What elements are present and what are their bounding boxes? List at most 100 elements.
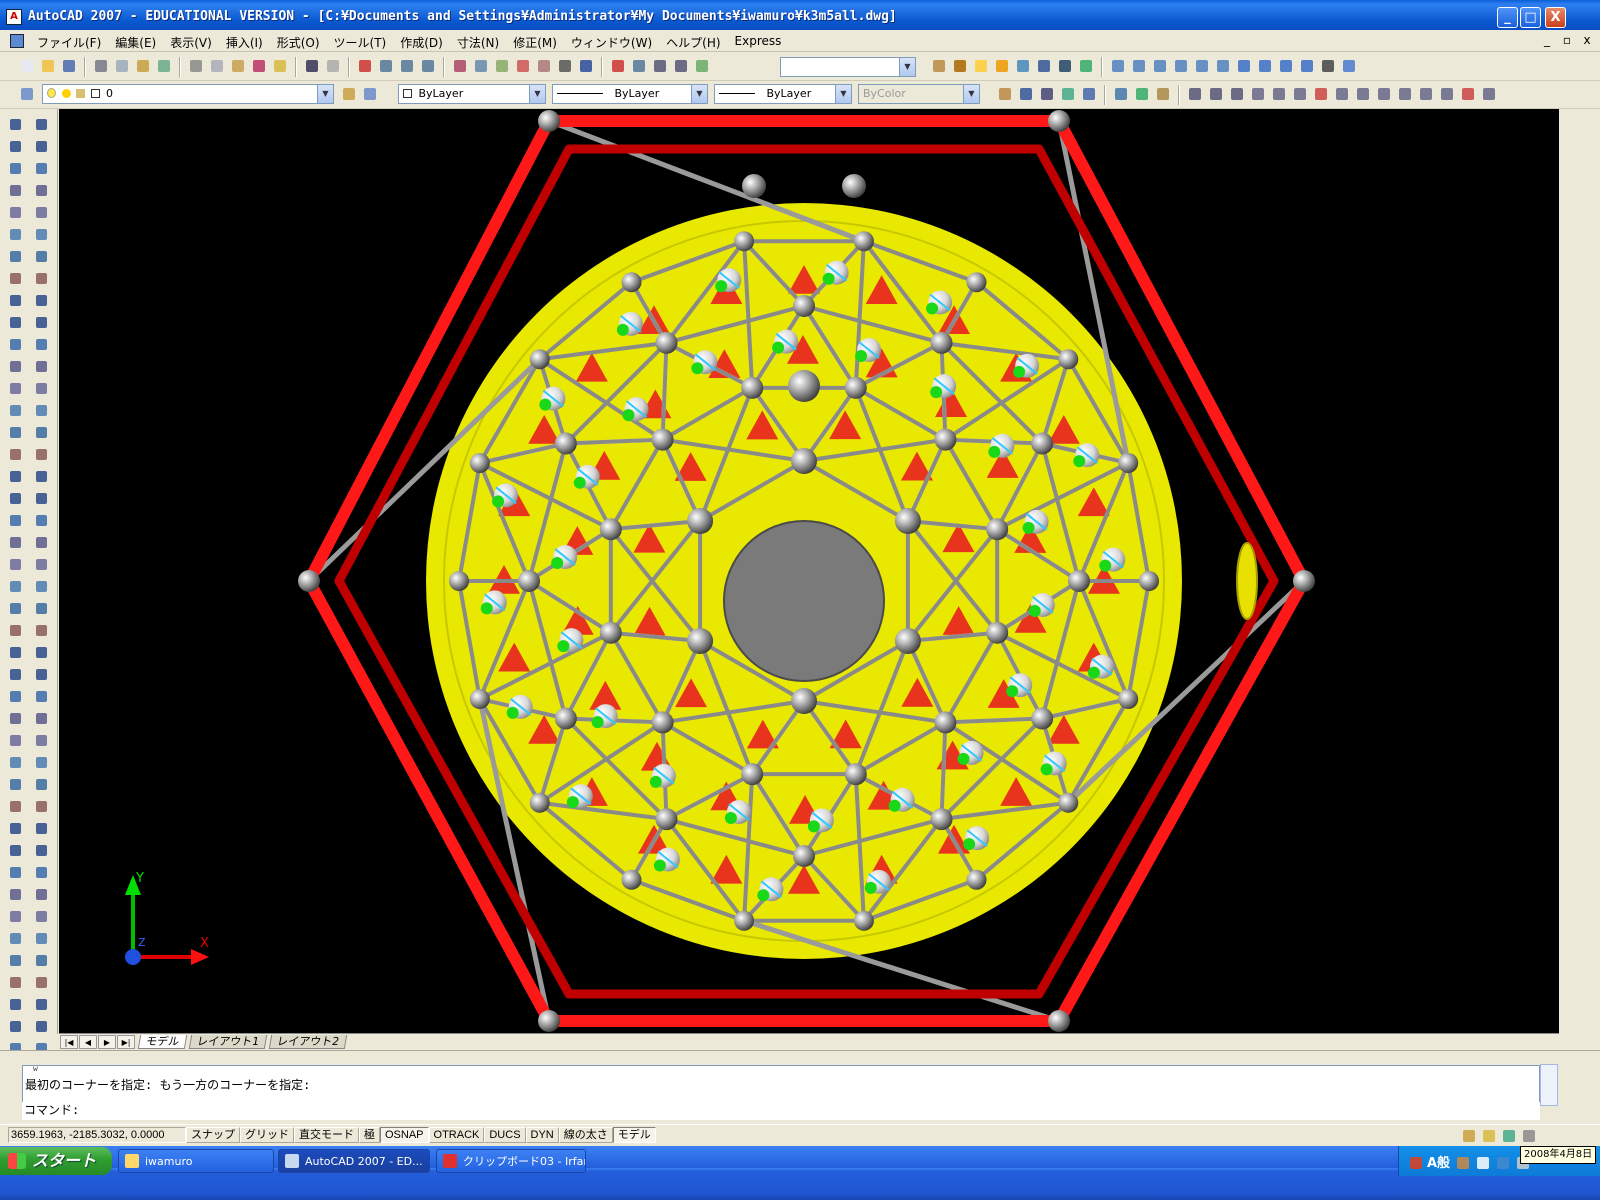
- polygon-icon[interactable]: [6, 181, 26, 200]
- sun-properties-icon[interactable]: [1077, 57, 1095, 75]
- ime-indicator[interactable]: A般: [1427, 1152, 1450, 1171]
- region-mass-icon[interactable]: [32, 511, 52, 530]
- view-manager-icon[interactable]: [693, 57, 711, 75]
- quick-dim-icon[interactable]: [32, 753, 52, 772]
- dim-linear-icon[interactable]: [996, 85, 1014, 103]
- erase-icon[interactable]: [32, 115, 52, 134]
- menu-item-5[interactable]: ツール(T): [327, 33, 394, 52]
- spline-icon[interactable]: [6, 291, 26, 310]
- helix-icon[interactable]: [6, 1017, 26, 1036]
- stretch-icon[interactable]: [6, 687, 26, 706]
- render-icon[interactable]: [951, 57, 969, 75]
- prev-tab-button[interactable]: ◀: [79, 1034, 97, 1049]
- rotate-icon[interactable]: [6, 643, 26, 662]
- dim-update-icon[interactable]: [32, 929, 52, 948]
- rotate-icon[interactable]: [32, 225, 52, 244]
- render-environment-icon[interactable]: [1035, 57, 1053, 75]
- ellipse-icon[interactable]: [6, 313, 26, 332]
- dim-radius-icon[interactable]: [32, 665, 52, 684]
- pan-icon[interactable]: [356, 57, 374, 75]
- qleader-icon[interactable]: [32, 819, 52, 838]
- clean-icon[interactable]: [1438, 85, 1456, 103]
- menu-item-1[interactable]: 編集(E): [108, 33, 163, 52]
- status-toggle-8[interactable]: 線の太さ: [558, 1127, 613, 1143]
- tab-layout2[interactable]: レイアウト2: [268, 1034, 348, 1049]
- top-view-icon[interactable]: [1109, 57, 1127, 75]
- drawing-area[interactable]: Y X Z: [59, 109, 1559, 1033]
- menu-item-7[interactable]: 寸法(N): [450, 33, 506, 52]
- sheet-set-icon[interactable]: [514, 57, 532, 75]
- doc-minimize-button[interactable]: _: [1540, 33, 1554, 47]
- undo-icon[interactable]: [303, 57, 321, 75]
- dim-radius-icon[interactable]: [1080, 85, 1098, 103]
- intersect-icon[interactable]: [1228, 85, 1246, 103]
- dim-arc-icon[interactable]: [32, 621, 52, 640]
- ellipse-arc-icon[interactable]: [6, 335, 26, 354]
- first-tab-button[interactable]: |◀: [60, 1034, 78, 1049]
- design-center-icon[interactable]: [472, 57, 490, 75]
- open-file-icon[interactable]: [39, 57, 57, 75]
- se-iso-icon[interactable]: [1256, 57, 1274, 75]
- insert-block-icon[interactable]: [6, 357, 26, 376]
- copy-faces-icon[interactable]: [1375, 85, 1393, 103]
- dim-style-icon[interactable]: [32, 951, 52, 970]
- left-view-icon[interactable]: [1151, 57, 1169, 75]
- revision-cloud-icon[interactable]: [6, 269, 26, 288]
- copy-icon[interactable]: [208, 57, 226, 75]
- status-toggle-2[interactable]: 直交モード: [294, 1127, 359, 1143]
- shell-icon[interactable]: [1480, 85, 1498, 103]
- close-button[interactable]: X: [1545, 7, 1566, 28]
- task-item-iwamuro[interactable]: iwamuro: [118, 1149, 274, 1173]
- menu-item-11[interactable]: Express: [728, 33, 789, 52]
- last-tab-button[interactable]: ▶|: [117, 1034, 135, 1049]
- ucs-previous-icon[interactable]: [1154, 85, 1172, 103]
- move-faces-icon[interactable]: [1270, 85, 1288, 103]
- bottom-view-icon[interactable]: [1130, 57, 1148, 75]
- tab-model[interactable]: モデル: [137, 1034, 188, 1049]
- 3d-move-icon[interactable]: [32, 995, 52, 1014]
- status-toggle-7[interactable]: DYN: [525, 1127, 559, 1143]
- imprint-icon[interactable]: [1417, 85, 1435, 103]
- dim-edit-icon[interactable]: [32, 885, 52, 904]
- fillet-icon[interactable]: [6, 819, 26, 838]
- paste-icon[interactable]: [229, 57, 247, 75]
- block-editor-icon[interactable]: [271, 57, 289, 75]
- dim-arc-icon[interactable]: [1038, 85, 1056, 103]
- move-icon[interactable]: [6, 621, 26, 640]
- rectangle-icon[interactable]: [6, 203, 26, 222]
- tolerance-icon[interactable]: [32, 841, 52, 860]
- publish-icon[interactable]: [134, 57, 152, 75]
- camera-zoom-icon[interactable]: [630, 57, 648, 75]
- materials-icon[interactable]: [993, 57, 1011, 75]
- next-tab-button[interactable]: ▶: [98, 1034, 116, 1049]
- new-file-icon[interactable]: [18, 57, 36, 75]
- move-icon[interactable]: [32, 203, 52, 222]
- coordinates-display[interactable]: 3659.1963, -2185.3032, 0.0000: [8, 1127, 186, 1143]
- network-icon[interactable]: [1494, 1154, 1510, 1170]
- front-view-icon[interactable]: [1193, 57, 1211, 75]
- rotate-faces-icon[interactable]: [1333, 85, 1351, 103]
- autocad-app-icon[interactable]: A: [6, 9, 22, 25]
- zoom-previous-icon[interactable]: [419, 57, 437, 75]
- menu-item-8[interactable]: 修正(M): [506, 33, 564, 52]
- trim-icon[interactable]: [6, 709, 26, 728]
- join-icon[interactable]: [32, 379, 52, 398]
- linetype-dropdown[interactable]: ByLayer ▼: [552, 84, 708, 104]
- area-icon[interactable]: [32, 489, 52, 508]
- named-view-dropdown[interactable]: ▼: [780, 57, 916, 77]
- calculator-icon[interactable]: [556, 57, 574, 75]
- wedge-icon[interactable]: [6, 885, 26, 904]
- chamfer-icon[interactable]: [32, 401, 52, 420]
- zoom-realtime-icon[interactable]: [377, 57, 395, 75]
- hatch-icon[interactable]: [6, 423, 26, 442]
- 3d-dwf-icon[interactable]: [155, 57, 173, 75]
- trim-icon[interactable]: [32, 291, 52, 310]
- walk-icon[interactable]: [651, 57, 669, 75]
- mirror-icon[interactable]: [6, 577, 26, 596]
- command-scrollbar[interactable]: [1540, 1064, 1558, 1106]
- circle-icon[interactable]: [6, 247, 26, 266]
- nw-iso-icon[interactable]: [1298, 57, 1316, 75]
- status-toggle-3[interactable]: 極: [359, 1127, 380, 1143]
- ne-iso-icon[interactable]: [1277, 57, 1295, 75]
- subtract-icon[interactable]: [1207, 85, 1225, 103]
